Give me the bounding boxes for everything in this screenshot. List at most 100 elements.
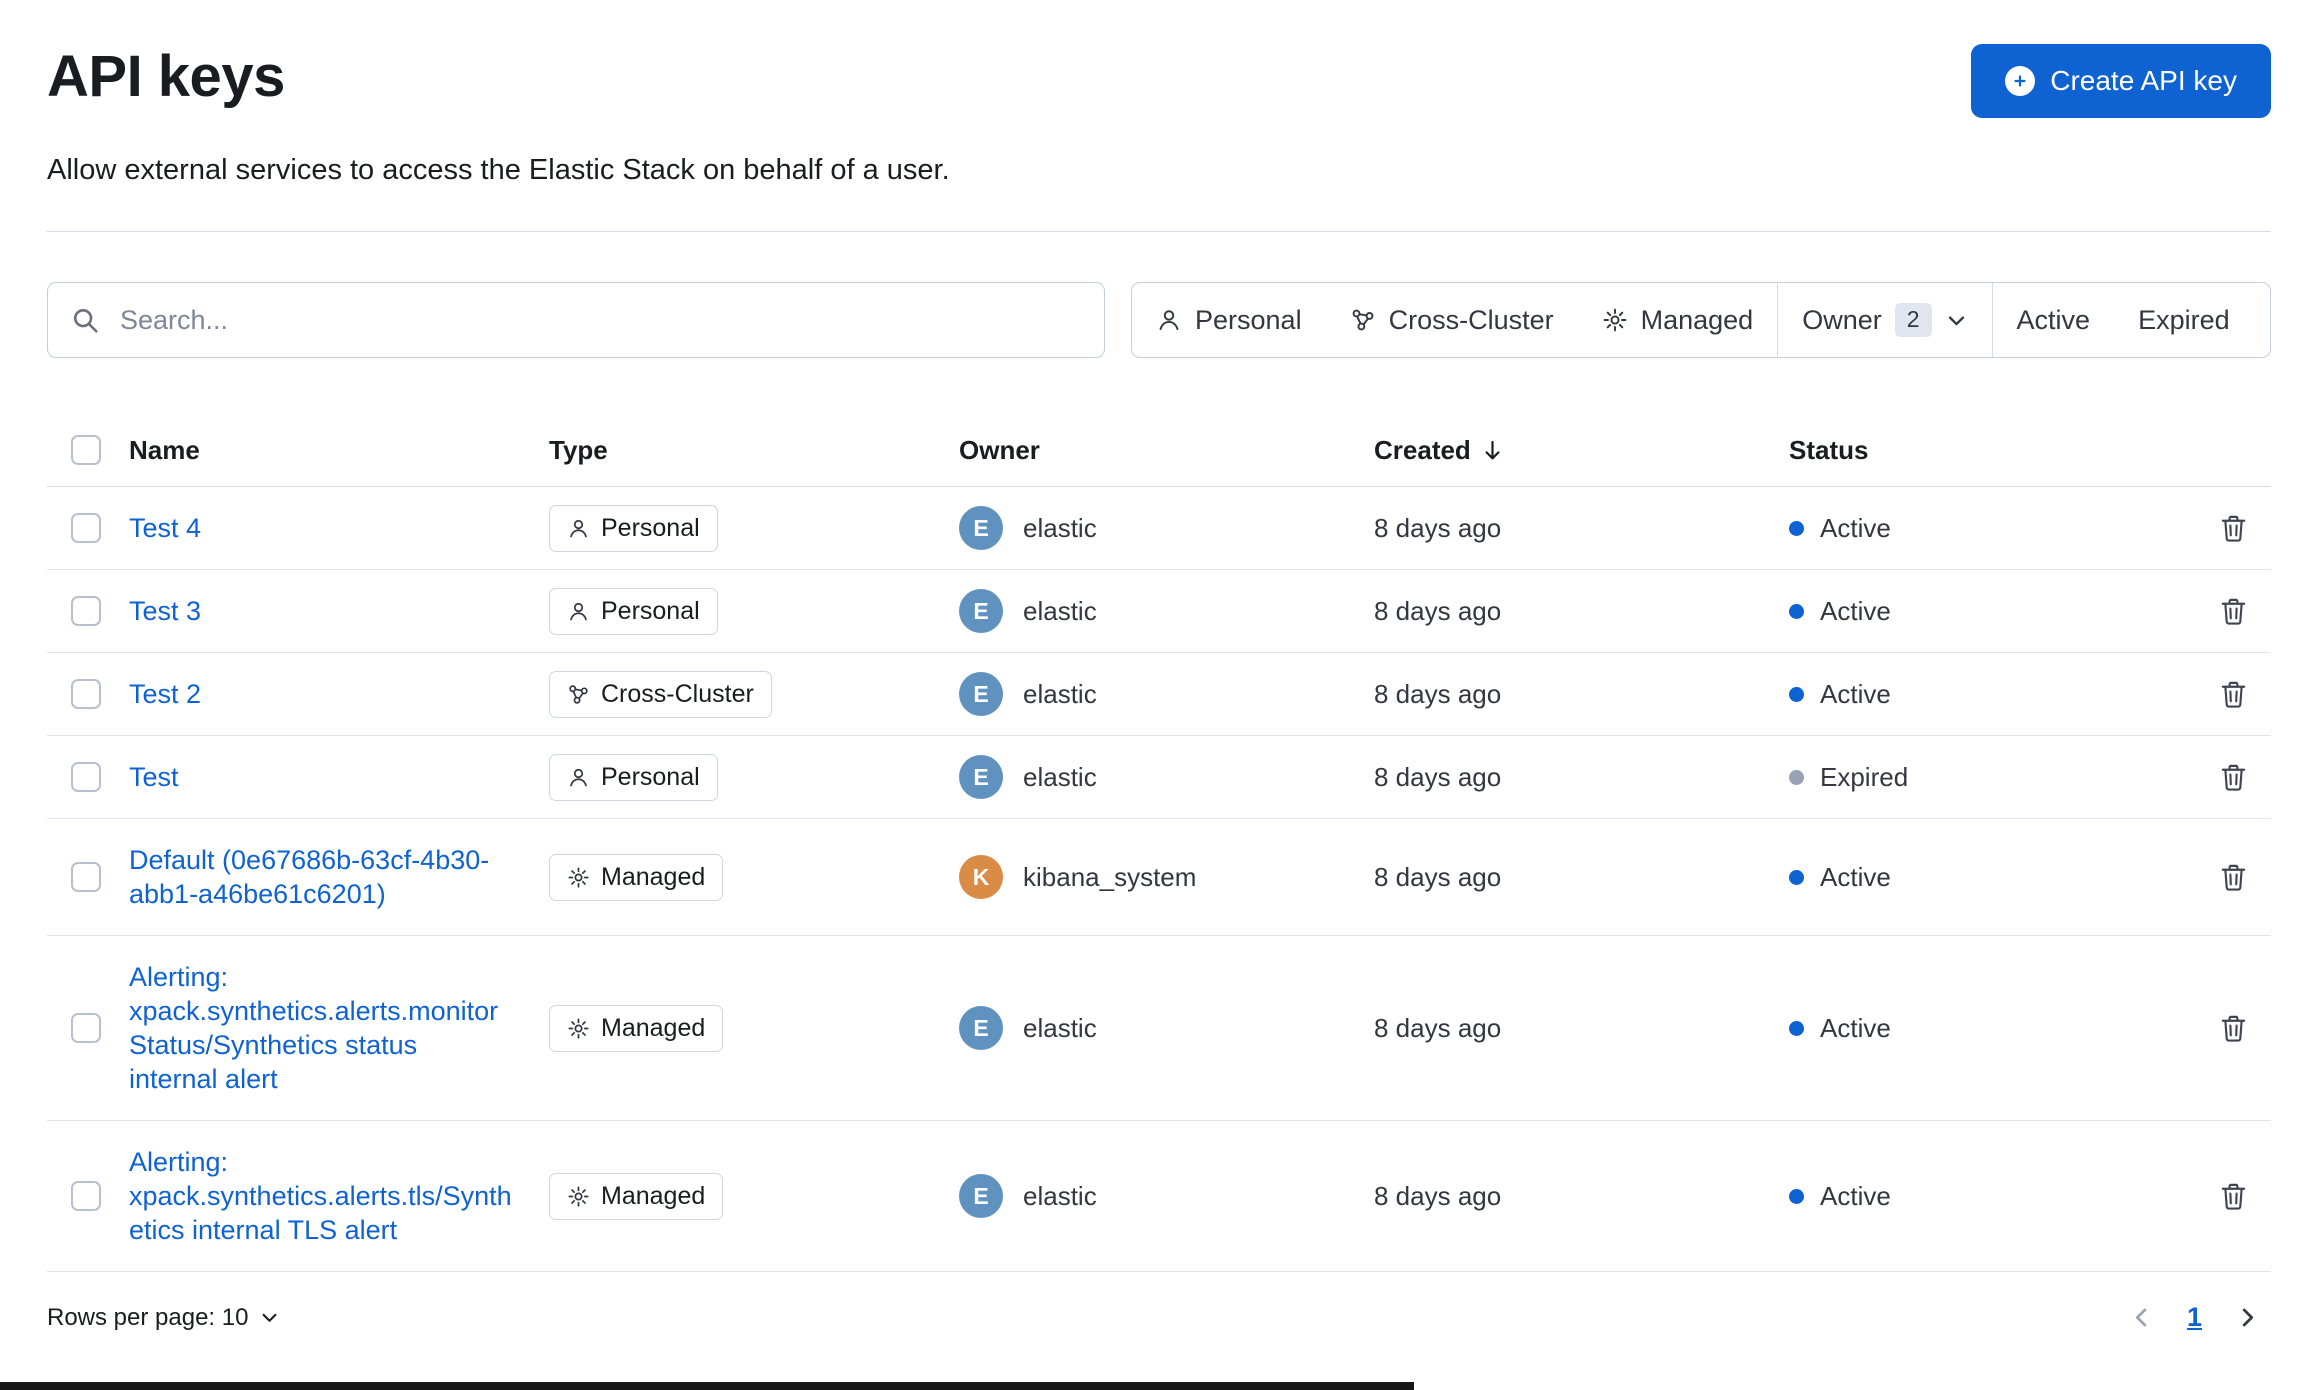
owner-avatar: E	[959, 589, 1003, 633]
column-header-status[interactable]: Status	[1789, 435, 2189, 466]
delete-button[interactable]	[2212, 590, 2255, 633]
rows-per-page-label: Rows per page: 10	[47, 1303, 249, 1331]
user-icon	[567, 600, 590, 623]
row-checkbox[interactable]	[71, 1181, 101, 1211]
status-label: Active	[1820, 512, 1891, 543]
row-checkbox[interactable]	[71, 1013, 101, 1043]
page-subtitle: Allow external services to access the El…	[47, 154, 950, 186]
create-api-key-button[interactable]: Create API key	[1971, 44, 2271, 118]
user-icon	[567, 517, 590, 540]
type-badge-label: Managed	[601, 1013, 706, 1042]
gear-icon	[567, 1185, 590, 1208]
horizontal-scrollbar-thumb[interactable]	[0, 1382, 1414, 1390]
column-header-type[interactable]: Type	[549, 435, 959, 466]
filter-owner-dropdown[interactable]: Owner 2	[1778, 283, 1991, 357]
trash-icon	[2218, 513, 2249, 544]
created-cell: 8 days ago	[1374, 512, 1502, 543]
filter-expired-label: Expired	[2138, 304, 2230, 335]
filter-cross-cluster-label: Cross-Cluster	[1388, 304, 1554, 335]
created-cell: 8 days ago	[1374, 595, 1502, 626]
column-header-created[interactable]: Created	[1374, 435, 1789, 466]
sort-descending-icon	[1480, 438, 1505, 463]
created-cell: 8 days ago	[1374, 1012, 1502, 1043]
table-footer: Rows per page: 10 1	[47, 1300, 2271, 1335]
header-divider	[47, 231, 2271, 232]
cluster-icon	[1350, 307, 1376, 333]
delete-button[interactable]	[2212, 756, 2255, 799]
column-header-name-label: Name	[129, 434, 200, 465]
row-checkbox[interactable]	[71, 862, 101, 892]
plus-in-circle-icon	[2005, 66, 2036, 96]
api-key-name-link[interactable]: Alerting: xpack.synthetics.alerts.tls/Sy…	[129, 1145, 513, 1247]
filter-managed[interactable]: Managed	[1578, 283, 1778, 357]
delete-button[interactable]	[2212, 856, 2255, 899]
created-cell: 8 days ago	[1374, 678, 1502, 709]
filter-expired[interactable]: Expired	[2114, 283, 2254, 357]
type-badge-label: Cross-Cluster	[601, 679, 754, 708]
status-dot	[1789, 869, 1804, 885]
row-checkbox[interactable]	[71, 762, 101, 792]
created-cell: 8 days ago	[1374, 1180, 1502, 1211]
page-title: API keys	[47, 44, 285, 109]
table-row: Default (0e67686b-63cf-4b30-abb1-a46be61…	[47, 819, 2271, 936]
delete-button[interactable]	[2212, 673, 2255, 716]
owner-name: elastic	[1023, 512, 1097, 543]
type-badge: Managed	[549, 853, 724, 901]
status-dot	[1789, 603, 1804, 619]
owner-avatar: E	[959, 506, 1003, 550]
previous-page-button[interactable]	[2124, 1300, 2159, 1335]
trash-icon	[2218, 762, 2249, 793]
row-checkbox[interactable]	[71, 513, 101, 543]
filter-active-label: Active	[2016, 304, 2091, 335]
table-header-row: Name Type Owner Created Status	[47, 414, 2271, 487]
filter-personal[interactable]: Personal	[1132, 283, 1326, 357]
api-key-name-link[interactable]: Default (0e67686b-63cf-4b30-abb1-a46be61…	[129, 843, 513, 911]
owner-count-badge: 2	[1894, 303, 1932, 337]
owner-name: elastic	[1023, 678, 1097, 709]
row-checkbox[interactable]	[71, 596, 101, 626]
page-number-1[interactable]: 1	[2187, 1302, 2202, 1333]
pagination: 1	[2124, 1300, 2271, 1335]
type-badge: Cross-Cluster	[549, 670, 772, 718]
status-label: Active	[1820, 1012, 1891, 1043]
owner-avatar: E	[959, 672, 1003, 716]
next-page-button[interactable]	[2230, 1300, 2265, 1335]
filter-cross-cluster[interactable]: Cross-Cluster	[1326, 283, 1578, 357]
api-key-name-link[interactable]: Alerting: xpack.synthetics.alerts.monito…	[129, 960, 513, 1096]
type-badge: Managed	[549, 1004, 724, 1052]
row-checkbox[interactable]	[71, 679, 101, 709]
type-badge-label: Managed	[601, 862, 706, 891]
select-all-checkbox[interactable]	[71, 435, 101, 465]
column-header-status-label: Status	[1789, 434, 1869, 465]
status-cell: Active	[1789, 1181, 2189, 1212]
status-dot	[1789, 769, 1804, 785]
gear-icon	[567, 866, 590, 889]
api-key-name-link[interactable]: Test 3	[129, 594, 201, 628]
status-label: Active	[1820, 678, 1891, 709]
api-key-name-link[interactable]: Test 4	[129, 511, 201, 545]
user-icon	[567, 766, 590, 789]
delete-button[interactable]	[2212, 1007, 2255, 1050]
column-header-type-label: Type	[549, 434, 608, 465]
status-cell: Active	[1789, 596, 2189, 627]
filter-active[interactable]: Active	[1993, 283, 2115, 357]
status-label: Active	[1820, 1180, 1891, 1211]
api-key-name-link[interactable]: Test	[129, 760, 179, 794]
type-badge: Personal	[549, 587, 718, 635]
create-api-key-label: Create API key	[2050, 65, 2237, 96]
filter-owner-label: Owner	[1802, 304, 1882, 335]
api-key-name-link[interactable]: Test 2	[129, 677, 201, 711]
user-icon	[1156, 307, 1182, 333]
status-label: Active	[1820, 595, 1891, 626]
filter-personal-label: Personal	[1195, 304, 1302, 335]
status-dot	[1789, 1020, 1804, 1036]
type-badge-label: Personal	[601, 513, 700, 542]
delete-button[interactable]	[2212, 1175, 2255, 1218]
search-input[interactable]	[118, 303, 1082, 337]
type-badge-label: Personal	[601, 596, 700, 625]
cluster-icon	[567, 683, 590, 706]
column-header-name[interactable]: Name	[129, 435, 549, 466]
delete-button[interactable]	[2212, 507, 2255, 550]
rows-per-page-button[interactable]: Rows per page: 10	[47, 1304, 280, 1332]
column-header-owner[interactable]: Owner	[959, 435, 1374, 466]
